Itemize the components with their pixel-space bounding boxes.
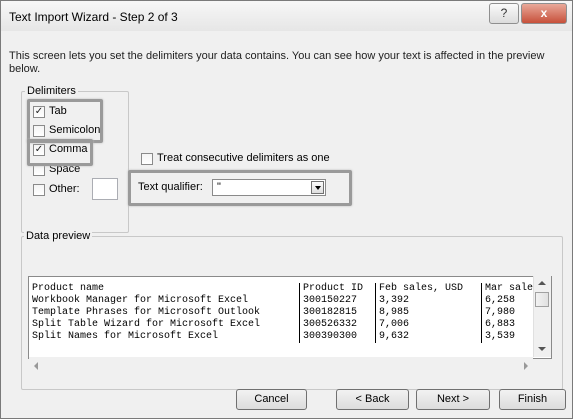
table-cell: Workbook Manager for Microsoft Excel [29,295,300,307]
table-cell: 7,006 [375,319,482,331]
other-delimiter-input[interactable] [92,178,118,200]
table-cell: Split Names for Microsoft Excel [29,331,300,343]
cancel-button[interactable]: Cancel [236,389,307,410]
help-button[interactable]: ? [489,3,519,24]
chevron-down-icon[interactable] [311,181,324,194]
next-button[interactable]: Next > [416,389,490,410]
table-cell: Split Table Wizard for Microsoft Excel [29,319,300,331]
table-row: Product name Product ID Feb sales, USD M… [29,283,547,295]
text-qualifier-label: Text qualifier: [138,181,203,193]
table-cell: Feb sales, USD [375,283,482,295]
scroll-left-icon[interactable] [34,362,38,370]
table-cell: Product ID [299,283,376,295]
title-bar: Text Import Wizard - Step 2 of 3 ? x [1,1,572,31]
table-cell: 3,392 [375,295,482,307]
table-row: Workbook Manager for Microsoft Excel 300… [29,295,547,307]
table-cell: 8,985 [375,307,482,319]
preview-vertical-scrollbar[interactable] [533,276,551,357]
text-qualifier-value: " [217,181,221,193]
table-cell: Template Phrases for Microsoft Outlook [29,307,300,319]
data-preview-table: Product name Product ID Feb sales, USD M… [29,283,547,343]
table-row: Split Table Wizard for Microsoft Excel 3… [29,319,547,331]
back-button[interactable]: < Back [336,389,409,410]
table-row: Template Phrases for Microsoft Outlook 3… [29,307,547,319]
scroll-down-icon[interactable] [538,347,546,351]
table-cell: 300526332 [299,319,376,331]
finish-button[interactable]: Finish [499,389,566,410]
scroll-right-icon[interactable] [524,362,528,370]
table-cell: 300390300 [299,331,376,343]
close-button[interactable]: x [521,3,567,24]
data-preview-box[interactable]: Product name Product ID Feb sales, USD M… [28,276,552,359]
text-qualifier-dropdown[interactable]: " [212,179,326,196]
dialog-title: Text Import Wizard - Step 2 of 3 [9,10,178,24]
table-cell: 300150227 [299,295,376,307]
comma-highlight [27,139,93,166]
delimiters-group-label: Delimiters [25,85,78,97]
treat-consecutive-checkbox[interactable] [141,153,153,165]
scroll-thumb[interactable] [535,292,549,307]
other-label: Other: [49,183,80,195]
treat-consecutive-label: Treat consecutive delimiters as one [157,152,330,164]
other-checkbox[interactable] [33,184,45,196]
preview-horizontal-scrollbar[interactable] [29,357,533,374]
table-cell: 300182815 [299,307,376,319]
scroll-up-icon[interactable] [538,281,546,285]
tab-semicolon-highlight [27,99,103,143]
text-import-wizard-dialog: Text Import Wizard - Step 2 of 3 ? x Thi… [0,0,573,419]
data-preview-label: Data preview [24,230,93,242]
table-cell: 9,632 [375,331,482,343]
table-row: Split Names for Microsoft Excel 30039030… [29,331,547,343]
intro-text: This screen lets you set the delimiters … [9,50,545,75]
table-cell: Product name [29,283,300,295]
